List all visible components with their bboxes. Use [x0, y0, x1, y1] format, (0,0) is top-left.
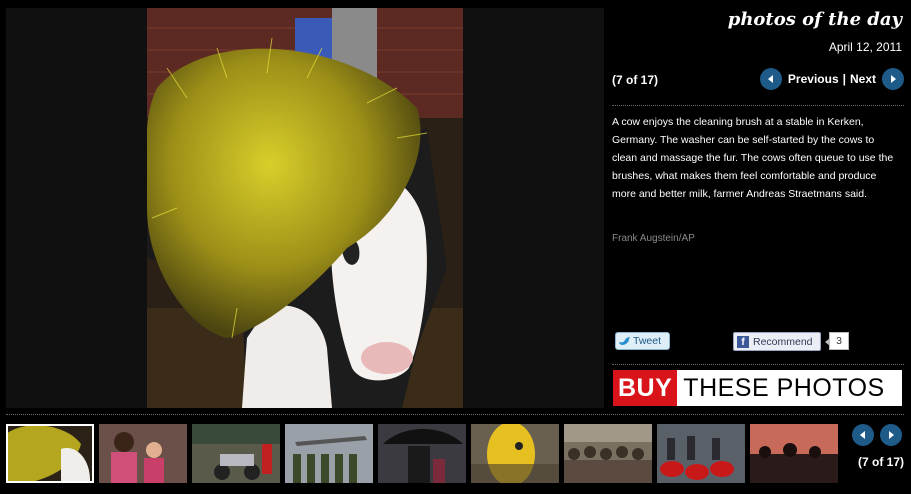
tweet-label: Tweet [633, 335, 662, 347]
next-link[interactable]: Next [850, 72, 876, 86]
strip-counter: (7 of 17) [858, 455, 905, 469]
tweet-button[interactable]: Tweet [615, 332, 670, 350]
thumbnail-girls[interactable] [99, 424, 187, 483]
facebook-icon: f [737, 335, 749, 348]
photo-sidebar: photos of the day April 12, 2011 (7 of 1… [612, 0, 904, 412]
photo-caption: A cow enjoys the cleaning brush at a sta… [612, 116, 894, 200]
strip-previous-arrow-icon[interactable] [852, 424, 874, 446]
next-arrow-icon[interactable] [882, 68, 904, 90]
thumbnail-soldiers-aircraft[interactable] [285, 424, 373, 483]
thumbnail-man-umbrella[interactable] [378, 424, 466, 483]
strip-next-arrow-icon[interactable] [880, 424, 902, 446]
previous-arrow-icon[interactable] [759, 68, 782, 90]
recommend-label: Recommend [753, 335, 813, 348]
thumbnail-scooter[interactable] [192, 424, 280, 483]
thumbnail-cow-brush[interactable] [6, 424, 94, 483]
main-photo-frame [6, 8, 604, 408]
buy-rest-label: THESE PHOTOS [683, 373, 885, 402]
main-photo[interactable] [147, 8, 463, 408]
buy-label: BUY [613, 370, 678, 406]
divider [612, 105, 904, 106]
section-title: photos of the day [727, 9, 902, 30]
divider [6, 414, 904, 415]
photo-credit: Frank Augstein/AP [612, 233, 695, 244]
recommend-count: 3 [825, 332, 849, 350]
photo-nav: Previous | Next [759, 68, 904, 90]
photo-counter: (7 of 17) [612, 73, 659, 87]
thumbnail-yellow-mascot[interactable] [471, 424, 559, 483]
strip-nav [852, 424, 902, 446]
thumbnail-sunset-crowd[interactable] [750, 424, 838, 483]
thumbnail-crowd[interactable] [564, 424, 652, 483]
thumbnail-red-boats[interactable] [657, 424, 745, 483]
photo-date: April 12, 2011 [828, 40, 902, 54]
nav-separator: | [842, 72, 846, 86]
recommend-button[interactable]: f Recommend [733, 332, 821, 351]
divider [612, 364, 904, 365]
thumbnail-strip [6, 424, 838, 483]
twitter-bird-icon [619, 336, 631, 346]
previous-link[interactable]: Previous [788, 72, 839, 86]
buy-photos-banner[interactable]: BUY THESE PHOTOS [613, 370, 902, 406]
